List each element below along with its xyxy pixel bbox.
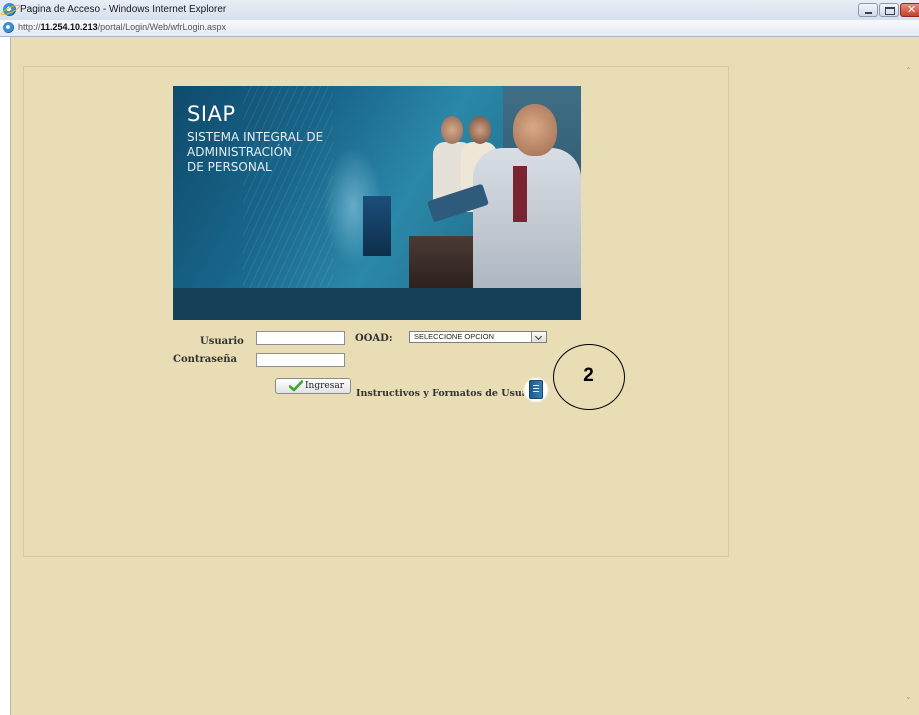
instructivos-link[interactable]: Instructivos y Formatos de Usuarios — [356, 388, 548, 399]
user-label: Usuario — [200, 336, 244, 347]
annotation-circle: 2 — [553, 344, 625, 410]
left-frame-border — [0, 37, 10, 715]
scroll-down-icon[interactable]: ⌄ — [905, 692, 912, 701]
minimize-button[interactable] — [858, 3, 878, 17]
banner-subtitle-line: DE PERSONAL — [187, 160, 272, 174]
window-title: Pagina de Acceso - Windows Internet Expl… — [20, 4, 227, 15]
banner-person-main — [473, 148, 581, 288]
banner-footer — [173, 288, 581, 320]
chevron-down-icon[interactable] — [531, 332, 546, 342]
green-check-icon — [289, 380, 303, 392]
ooad-selected-value: SELECCIONE OPCION — [414, 332, 495, 341]
maximize-button[interactable] — [879, 3, 899, 17]
ie-logo-icon — [3, 3, 16, 16]
page-icon — [3, 22, 14, 33]
ingresar-button[interactable]: Ingresar — [275, 378, 351, 394]
banner-person-main-head — [513, 104, 557, 156]
annotation-number: 2 — [583, 365, 594, 386]
book-icon[interactable] — [523, 376, 549, 404]
address-url[interactable]: http://11.254.10.213/portal/Login/Web/wf… — [18, 22, 226, 32]
banner-person-tie — [513, 166, 527, 222]
address-bar[interactable]: http://11.254.10.213/portal/Login/Web/wf… — [0, 20, 919, 37]
title-bar: Pagina de Acceso - Windows Internet Expl… — [0, 0, 919, 21]
banner-title: SIAP — [187, 102, 236, 126]
banner-monitor — [363, 196, 391, 256]
banner-person-background-1-head — [441, 116, 463, 144]
ooad-select[interactable]: SELECCIONE OPCION — [409, 331, 547, 343]
banner-decoration — [243, 86, 333, 288]
book-cover — [529, 380, 543, 399]
banner-subtitle-line: ADMINISTRACIÓN — [187, 145, 292, 159]
user-input[interactable] — [256, 331, 345, 345]
ingresar-button-label: Ingresar — [305, 381, 345, 391]
close-button[interactable] — [900, 3, 919, 17]
password-label: Contraseña — [173, 354, 238, 365]
banner-subtitle: SISTEMA INTEGRAL DE ADMINISTRACIÓN DE PE… — [187, 130, 323, 175]
ooad-label: OOAD: — [355, 333, 393, 344]
banner-subtitle-line: SISTEMA INTEGRAL DE — [187, 130, 324, 144]
scroll-up-icon[interactable]: ⌃ — [905, 66, 912, 75]
siap-banner: SIAP SISTEMA INTEGRAL DE ADMINISTRACIÓN … — [173, 86, 581, 320]
password-input[interactable] — [256, 353, 345, 367]
banner-person-background-2-head — [469, 116, 491, 144]
